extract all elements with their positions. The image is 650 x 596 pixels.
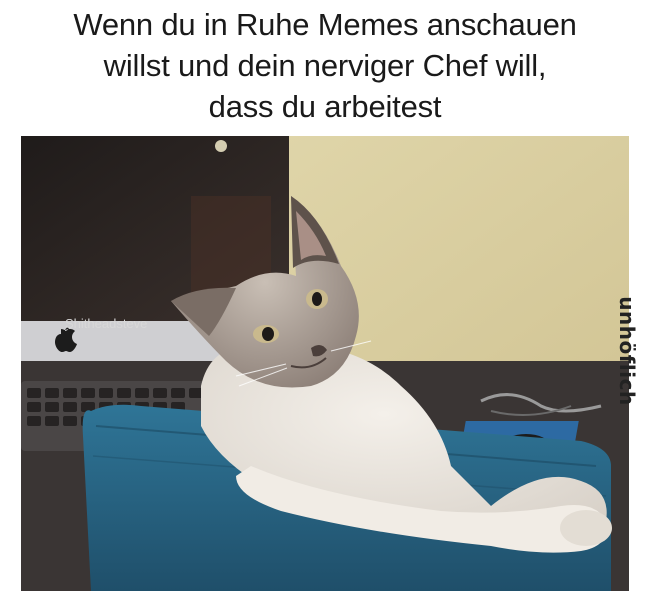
caption-line-2: willst und dein nerviger Chef will, bbox=[103, 48, 547, 83]
cat-photo-illustration bbox=[21, 136, 629, 591]
unhoeflich-watermark: unhöflich bbox=[615, 296, 639, 406]
caption-line-1: Wenn du in Ruhe Memes anschauen bbox=[73, 7, 577, 42]
light-reflection bbox=[215, 140, 227, 152]
caption-line-3: dass du arbeitest bbox=[208, 89, 442, 124]
cat-paw bbox=[560, 510, 612, 546]
watermark-text: unhöflich bbox=[615, 296, 639, 406]
photo-credit-watermark: Shitheadsteve bbox=[65, 316, 148, 331]
meme-caption: Wenn du in Ruhe Memes anschauen willst u… bbox=[0, 4, 650, 127]
meme-photo: Shitheadsteve bbox=[21, 136, 629, 591]
